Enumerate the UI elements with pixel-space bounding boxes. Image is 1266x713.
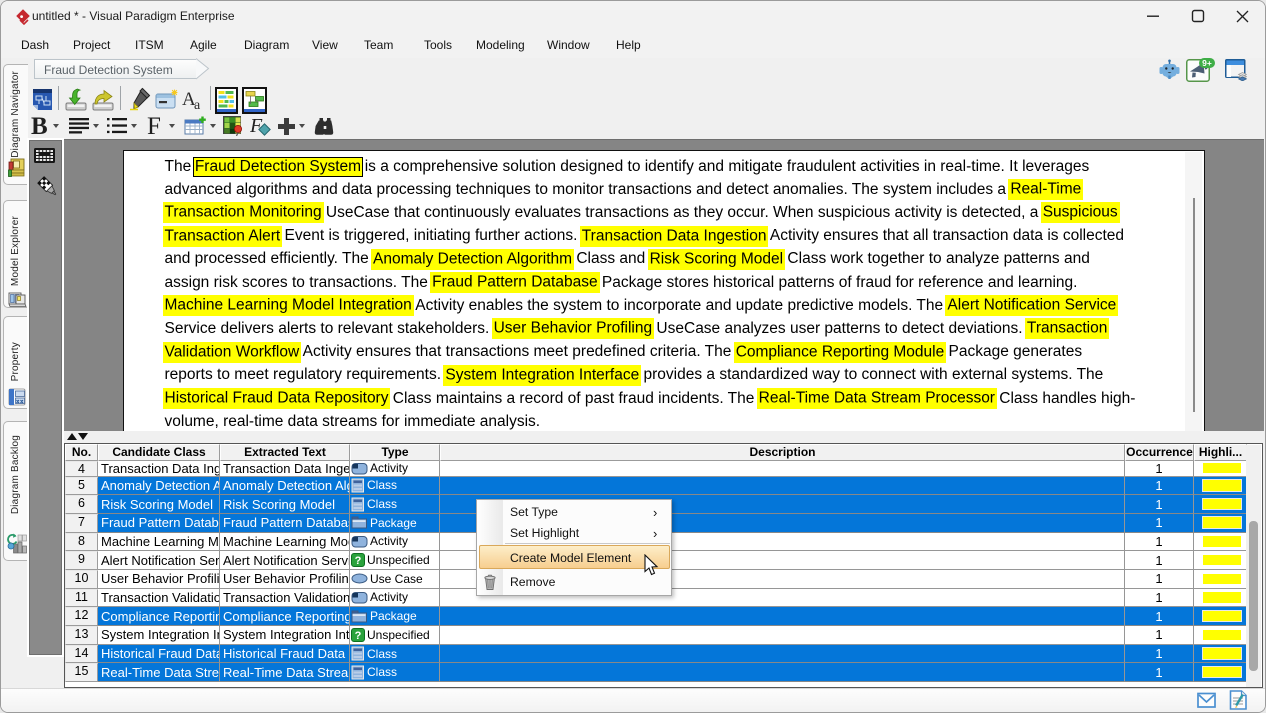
svg-text:B: B	[31, 115, 48, 136]
svg-text:a: a	[194, 98, 201, 111]
svg-text:?: ?	[355, 630, 362, 642]
svg-text:9+: 9+	[1202, 58, 1212, 68]
svg-text:?: ?	[355, 555, 362, 567]
svg-text:F: F	[250, 116, 263, 136]
svg-text:F: F	[147, 115, 161, 136]
